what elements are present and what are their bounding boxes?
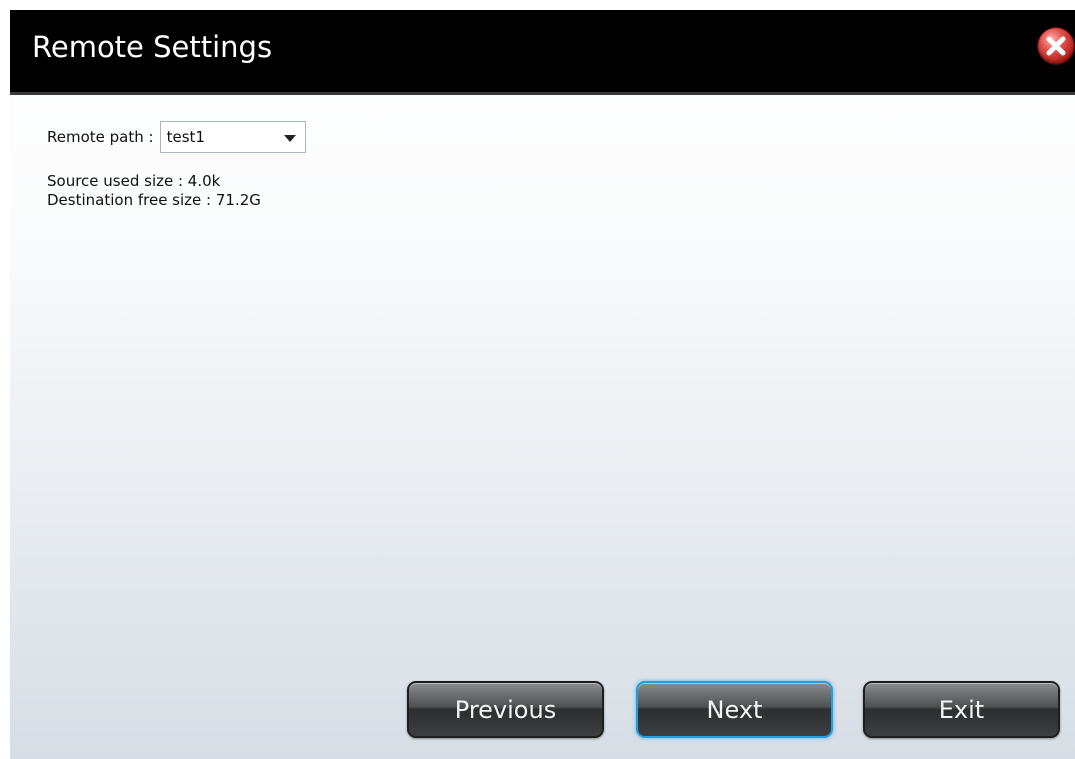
exit-button[interactable]: Exit — [863, 681, 1060, 738]
dialog-titlebar: Remote Settings — [10, 10, 1075, 95]
size-info: Source used size : 4.0k Destination free… — [47, 172, 261, 210]
dialog-title: Remote Settings — [32, 30, 273, 64]
remote-path-value: test1 — [166, 128, 205, 146]
remote-path-row: Remote path : test1 — [47, 120, 306, 154]
destination-free-size: Destination free size : 71.2G — [47, 191, 261, 209]
remote-path-label: Remote path : — [47, 128, 154, 146]
close-x-icon — [1046, 36, 1066, 56]
next-button[interactable]: Next — [636, 681, 833, 738]
previous-button[interactable]: Previous — [407, 681, 604, 738]
remote-settings-dialog: Remote Settings Remote path : test1 Sour… — [10, 10, 1075, 759]
close-button[interactable] — [1038, 28, 1074, 64]
remote-path-select[interactable]: test1 — [159, 121, 306, 153]
chevron-down-icon — [283, 135, 296, 142]
source-used-size: Source used size : 4.0k — [47, 172, 221, 190]
